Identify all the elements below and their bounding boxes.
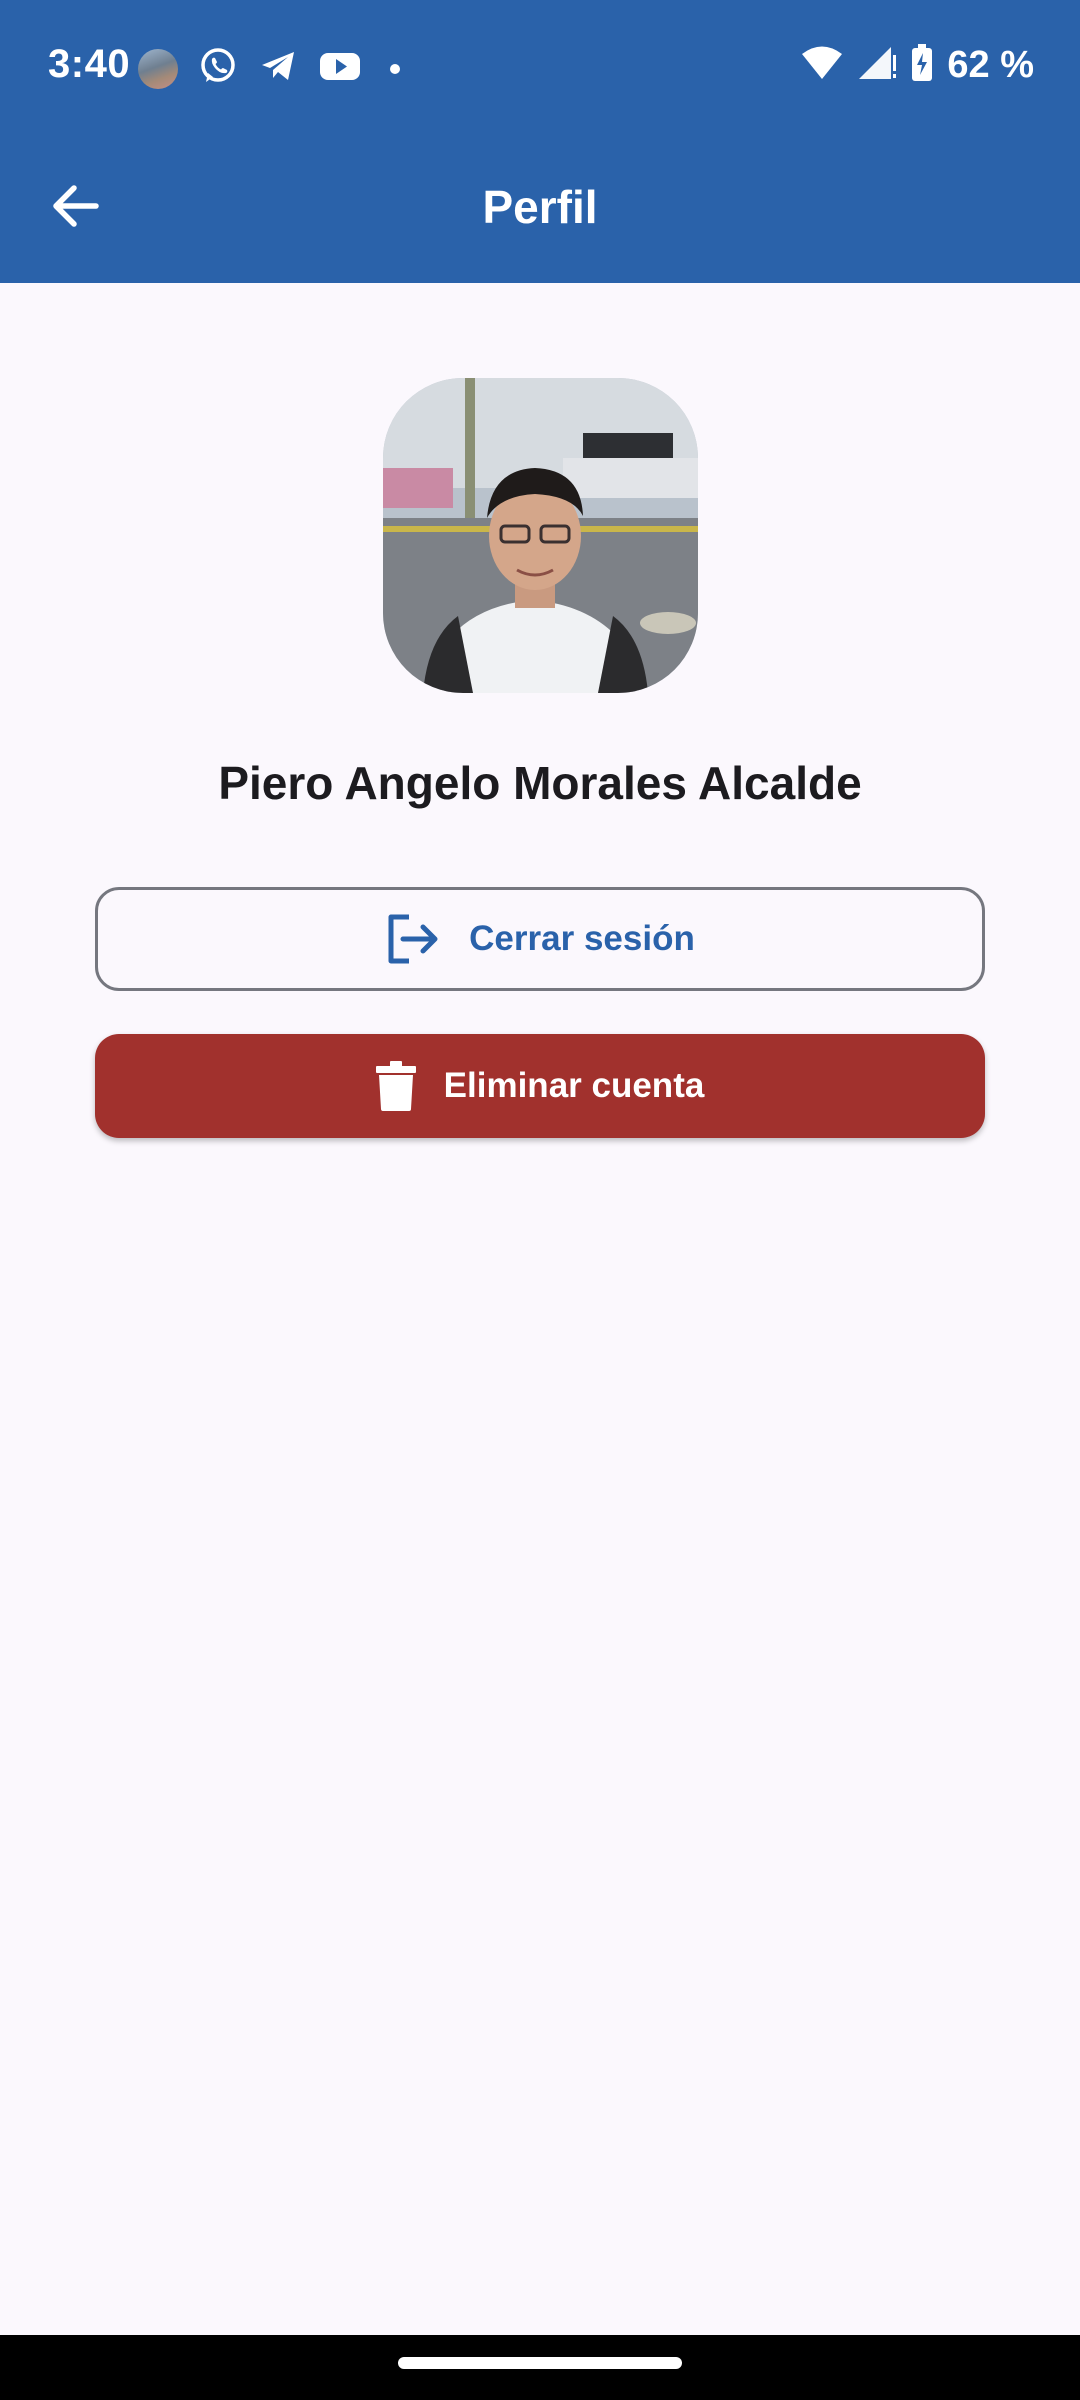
wifi-icon bbox=[801, 45, 843, 86]
navigation-bar bbox=[0, 2335, 1080, 2400]
profile-screen: 3:40 62 % Perfil Piero Angelo Morales Al… bbox=[0, 0, 1080, 2400]
app-bar: Perfil bbox=[0, 134, 1080, 283]
status-time: 3:40 bbox=[48, 42, 131, 86]
delete-account-label: Eliminar cuenta bbox=[443, 1066, 705, 1105]
logout-icon bbox=[385, 913, 441, 965]
youtube-icon bbox=[318, 46, 362, 91]
page-title: Perfil bbox=[482, 181, 598, 233]
system-icons: 62 % bbox=[801, 44, 1034, 87]
notification-icons bbox=[138, 46, 400, 91]
battery-charging-icon bbox=[911, 44, 933, 87]
notification-dot-icon bbox=[390, 63, 400, 74]
delete-account-button[interactable]: Eliminar cuenta bbox=[95, 1034, 985, 1138]
telegram-icon bbox=[258, 46, 298, 91]
profile-photo bbox=[383, 378, 698, 693]
user-name: Piero Angelo Morales Alcalde bbox=[218, 757, 862, 809]
logout-button[interactable]: Cerrar sesión bbox=[95, 887, 985, 991]
top-bar: 3:40 62 % Perfil bbox=[0, 0, 1080, 283]
whatsapp-icon bbox=[198, 46, 238, 91]
home-gesture-handle[interactable] bbox=[398, 2357, 682, 2369]
status-bar: 3:40 62 % bbox=[0, 0, 1080, 134]
trash-icon bbox=[375, 1061, 416, 1111]
signal-icon bbox=[857, 45, 897, 86]
battery-percent: 62 % bbox=[947, 44, 1034, 86]
logout-label: Cerrar sesión bbox=[469, 919, 695, 958]
contact-avatar-icon bbox=[138, 48, 178, 89]
